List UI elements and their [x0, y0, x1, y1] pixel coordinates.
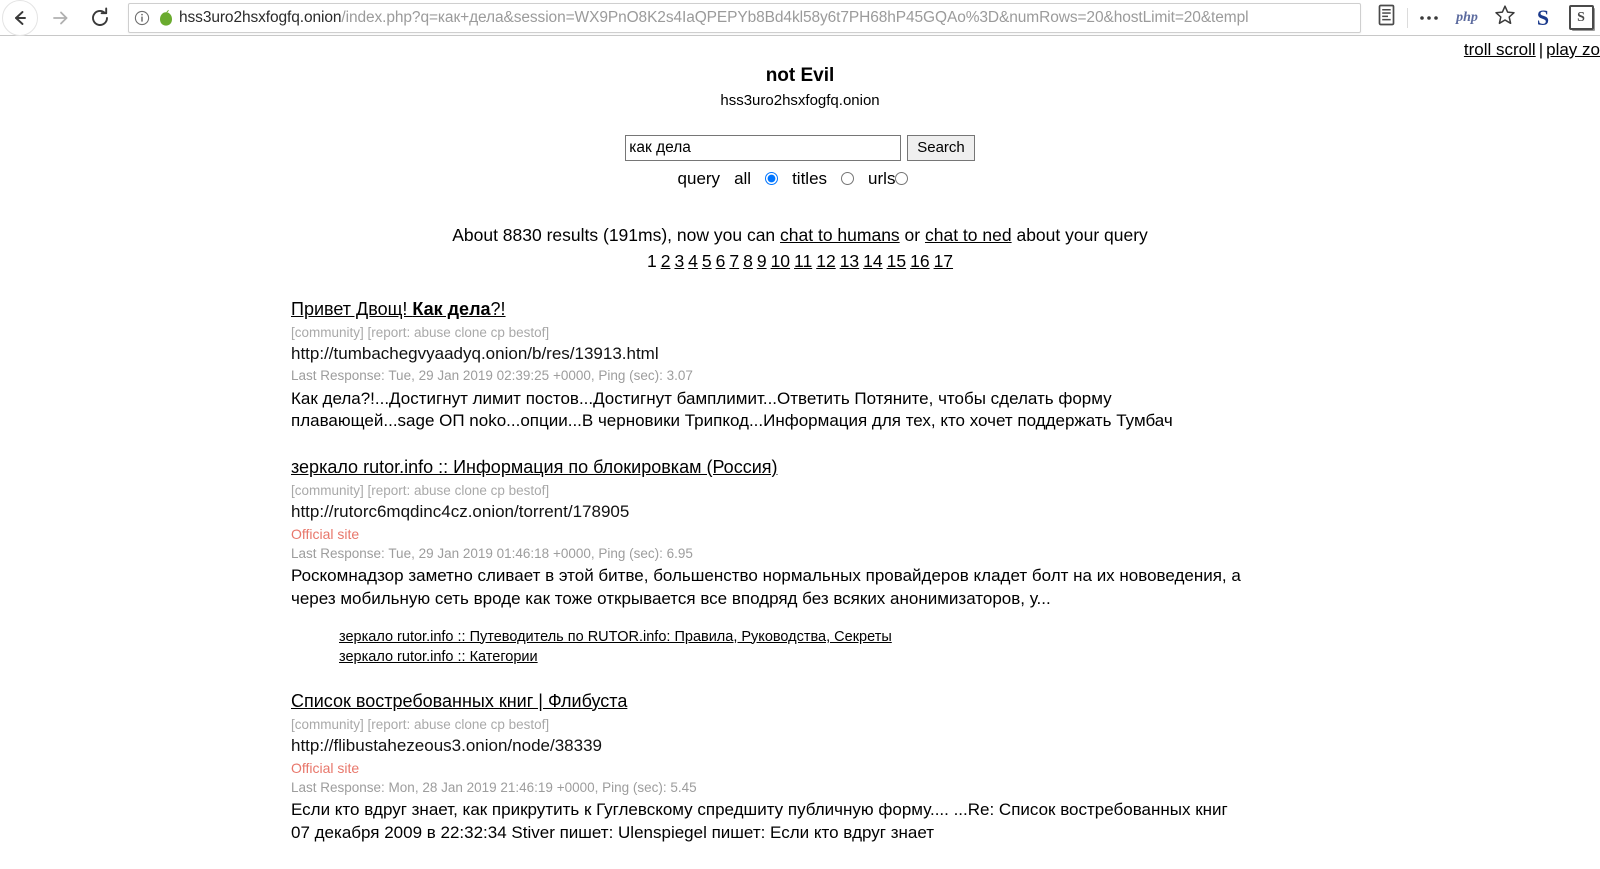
toolbar-divider — [1407, 7, 1408, 28]
page-title: not Evil — [765, 65, 835, 86]
overflow-menu-icon — [1418, 9, 1440, 27]
result-tags[interactable]: [community] [report: abuse clone cp best… — [291, 482, 1580, 500]
result-official-badge: Official site — [291, 760, 360, 777]
back-button[interactable] — [0, 0, 40, 36]
result-sublink[interactable]: зеркало rutor.info :: Путеводитель по RU… — [339, 627, 892, 647]
troll-scroll-link[interactable]: troll scroll — [1464, 40, 1536, 59]
reader-view-icon — [1377, 4, 1396, 31]
search-result: Список востребованных книг | Флибуста [co… — [291, 689, 1580, 845]
s-bold-icon: S — [1536, 4, 1550, 30]
onion-icon — [155, 9, 177, 27]
page-link-6[interactable]: 6 — [716, 251, 726, 271]
result-title-text: Список востребованных книг | Флибуста — [291, 690, 628, 711]
page-link-15[interactable]: 15 — [887, 251, 906, 271]
result-url[interactable]: http://flibustahezeous3.onion/node/38339 — [291, 735, 1580, 758]
result-url[interactable]: http://rutorc6mqdinc4cz.onion/torrent/17… — [291, 501, 1580, 524]
search-result: зеркало rutor.info :: Информация по блок… — [291, 455, 1580, 667]
url-host: hss3uro2hsxfogfq.onion — [179, 8, 342, 26]
results-summary: About 8830 results (191ms), now you can … — [0, 225, 1600, 246]
page-link-5[interactable]: 5 — [702, 251, 712, 271]
result-sublinks: зеркало rutor.info :: Путеводитель по RU… — [291, 627, 1580, 667]
result-title-text: Привет Двощ! — [291, 298, 413, 319]
url-text: hss3uro2hsxfogfq.onion/index.php?q=как+д… — [177, 9, 1248, 27]
result-title-link[interactable]: Список востребованных книг | Флибуста — [291, 691, 627, 711]
search-button[interactable]: Search — [907, 134, 975, 161]
php-icon: php — [1456, 9, 1478, 25]
reload-icon — [89, 7, 111, 29]
result-title-highlight: Как дела — [412, 298, 491, 319]
toolbar-icons: php S S — [1367, 0, 1600, 36]
result-title-link[interactable]: Привет Двощ! Как дела?! — [291, 299, 506, 319]
radio-urls[interactable] — [895, 172, 909, 186]
bookmark-button[interactable] — [1486, 0, 1524, 36]
star-icon — [1494, 4, 1516, 31]
query-label: query — [677, 168, 721, 188]
search-results-list: Привет Двощ! Как дела?! [community] [repo… — [0, 297, 1600, 844]
result-meta: Last Response: Tue, 29 Jan 2019 01:46:18… — [291, 546, 693, 562]
extension-s-box-button[interactable]: S — [1562, 0, 1600, 36]
address-bar[interactable]: hss3uro2hsxfogfq.onion/index.php?q=как+д… — [128, 2, 1361, 33]
pagination: 1 2 3 4 5 6 7 8 9 10 11 12 13 14 15 16 17 — [0, 251, 1600, 272]
page-link-9[interactable]: 9 — [757, 251, 767, 271]
reload-button[interactable] — [80, 0, 120, 36]
radio-label-all: all — [734, 168, 752, 188]
overflow-menu-button[interactable] — [1410, 0, 1448, 36]
search-form: Search — [0, 134, 1600, 161]
result-tags[interactable]: [community] [report: abuse clone cp best… — [291, 324, 1580, 342]
search-scope-options: query all titles urls — [0, 169, 1600, 189]
page-link-13[interactable]: 13 — [840, 251, 859, 271]
chat-to-humans-link[interactable]: chat to humans — [780, 225, 900, 245]
s-box-icon: S — [1568, 5, 1594, 30]
page-link-14[interactable]: 14 — [863, 251, 882, 271]
corner-links: troll scroll | play zo — [1464, 40, 1600, 60]
page-link-12[interactable]: 12 — [816, 251, 835, 271]
page-link-4[interactable]: 4 — [688, 251, 698, 271]
summary-middle: or — [899, 224, 925, 245]
search-result: Привет Двощ! Как дела?! [community] [repo… — [291, 297, 1580, 433]
play-zork-link[interactable]: play zo — [1546, 40, 1600, 59]
browser-toolbar: hss3uro2hsxfogfq.onion/index.php?q=как+д… — [0, 0, 1600, 36]
search-input[interactable] — [625, 134, 902, 161]
page-link-3[interactable]: 3 — [674, 251, 684, 271]
page-link-2[interactable]: 2 — [661, 251, 671, 271]
page-content: troll scroll | play zo not Evil hss3uro2hs… — [0, 36, 1600, 869]
page-link-8[interactable]: 8 — [743, 251, 753, 271]
summary-prefix: About 8830 results (191ms), now you can — [452, 224, 781, 245]
corner-separator: | — [1538, 40, 1544, 59]
result-snippet: Как дела?!...Достигнут лимит постов...До… — [291, 388, 1173, 431]
result-official-badge: Official site — [291, 526, 360, 543]
page-current: 1 — [646, 250, 657, 271]
result-url[interactable]: http://tumbachegvyaadyq.onion/b/res/1391… — [291, 343, 1580, 366]
radio-label-titles: titles — [792, 168, 828, 188]
page-link-7[interactable]: 7 — [729, 251, 739, 271]
page-link-11[interactable]: 11 — [794, 251, 812, 271]
chat-to-ned-link[interactable]: chat to ned — [925, 225, 1012, 245]
radio-all[interactable] — [765, 172, 779, 186]
forward-button[interactable] — [40, 0, 80, 36]
site-header: not Evil hss3uro2hsxfogfq.onion — [0, 36, 1600, 109]
php-extension-button[interactable]: php — [1448, 0, 1486, 36]
result-title-link[interactable]: зеркало rutor.info :: Информация по блок… — [291, 457, 777, 477]
forward-icon — [50, 8, 70, 28]
reader-view-button[interactable] — [1367, 0, 1405, 36]
url-path: /index.php?q=как+дела&session=WX9PnO8K2s… — [341, 8, 1249, 26]
page-link-16[interactable]: 16 — [910, 251, 929, 271]
summary-suffix: about your query — [1011, 224, 1148, 245]
result-snippet: Если кто вдруг знает, как прикрутить к Г… — [291, 800, 1228, 842]
site-info-icon[interactable] — [129, 10, 155, 26]
result-meta: Last Response: Mon, 28 Jan 2019 21:46:19… — [291, 779, 697, 795]
page-link-17[interactable]: 17 — [934, 251, 953, 271]
result-sublink[interactable]: зеркало rutor.info :: Категории — [339, 647, 538, 667]
site-domain: hss3uro2hsxfogfq.onion — [720, 91, 880, 109]
result-title-text: зеркало rutor.info :: Информация по блок… — [291, 456, 778, 477]
result-meta: Last Response: Tue, 29 Jan 2019 02:39:25… — [291, 368, 693, 384]
radio-titles[interactable] — [841, 172, 855, 186]
result-title-text-tail: ?! — [490, 298, 506, 319]
page-link-10[interactable]: 10 — [771, 251, 790, 271]
result-tags[interactable]: [community] [report: abuse clone cp best… — [291, 716, 1580, 734]
back-icon — [2, 0, 38, 36]
result-snippet: Роскомнадзор заметно сливает в этой битв… — [291, 566, 1241, 608]
radio-label-urls: urls — [868, 168, 896, 188]
extension-s-button[interactable]: S — [1524, 0, 1562, 36]
